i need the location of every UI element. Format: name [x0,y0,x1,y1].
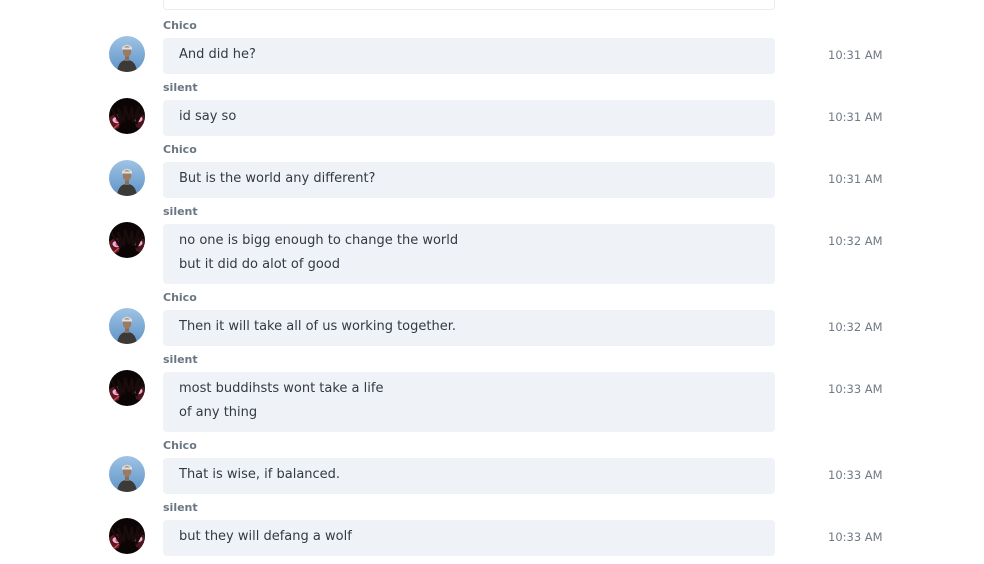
previous-message-bubble [163,0,775,10]
chat-message: Chico That is wise, if balanced. 10:33 A… [0,440,984,494]
chico-avatar[interactable] [109,456,145,492]
message-bubble: most buddihsts wont take a life of any t… [163,372,775,432]
message-text: id say so [179,109,237,124]
chat-message: Chico But is the world any different? 10… [0,144,984,198]
message-text: but they will defang a wolf [179,529,352,544]
chat-message: silent most buddihsts wont take a life o… [0,354,984,432]
message-text: most buddihsts wont take a life [179,381,384,396]
message-timestamp: 10:31 AM [828,110,883,124]
chico-avatar[interactable] [109,160,145,196]
message-timestamp: 10:32 AM [828,234,883,248]
author-name[interactable]: silent [163,206,198,218]
author-name[interactable]: silent [163,354,198,366]
silent-avatar[interactable] [109,518,145,554]
silent-avatar[interactable] [109,98,145,134]
message-timestamp: 10:31 AM [828,48,883,62]
message-text: That is wise, if balanced. [179,467,341,482]
message-timestamp: 10:32 AM [828,320,883,334]
message-timestamp: 10:33 AM [828,468,883,482]
message-timestamp: 10:33 AM [828,382,883,396]
message-timestamp: 10:31 AM [828,172,883,186]
silent-avatar[interactable] [109,222,145,258]
message-text: But is the world any different? [179,171,376,186]
author-name[interactable]: Chico [163,144,197,156]
chat-message: silent id say so 10:31 AM [0,82,984,136]
message-bubble: id say so [163,100,775,136]
chat-log: Chico And did he? 10:31 AM silent id say… [0,0,984,564]
message-bubble: And did he? [163,38,775,74]
message-bubble: Then it will take all of us working toge… [163,310,775,346]
chat-message: silent but they will defang a wolf 10:33… [0,502,984,556]
message-text: And did he? [179,47,256,62]
message-text: but it did do alot of good [179,257,340,272]
author-name[interactable]: silent [163,502,198,514]
chat-message: silent no one is bigg enough to change t… [0,206,984,284]
message-timestamp: 10:33 AM [828,530,883,544]
silent-avatar[interactable] [109,370,145,406]
chat-message: Chico And did he? 10:31 AM [0,20,984,74]
chat-message: Chico Then it will take all of us workin… [0,292,984,346]
author-name[interactable]: Chico [163,440,197,452]
message-bubble: But is the world any different? [163,162,775,198]
author-name[interactable]: silent [163,82,198,94]
message-text: no one is bigg enough to change the worl… [179,233,459,248]
message-bubble: but they will defang a wolf [163,520,775,556]
message-text: Then it will take all of us working toge… [179,319,456,334]
chico-avatar[interactable] [109,308,145,344]
message-text: of any thing [179,405,258,420]
author-name[interactable]: Chico [163,292,197,304]
author-name[interactable]: Chico [163,20,197,32]
message-bubble: That is wise, if balanced. [163,458,775,494]
chico-avatar[interactable] [109,36,145,72]
message-bubble: no one is bigg enough to change the worl… [163,224,775,284]
